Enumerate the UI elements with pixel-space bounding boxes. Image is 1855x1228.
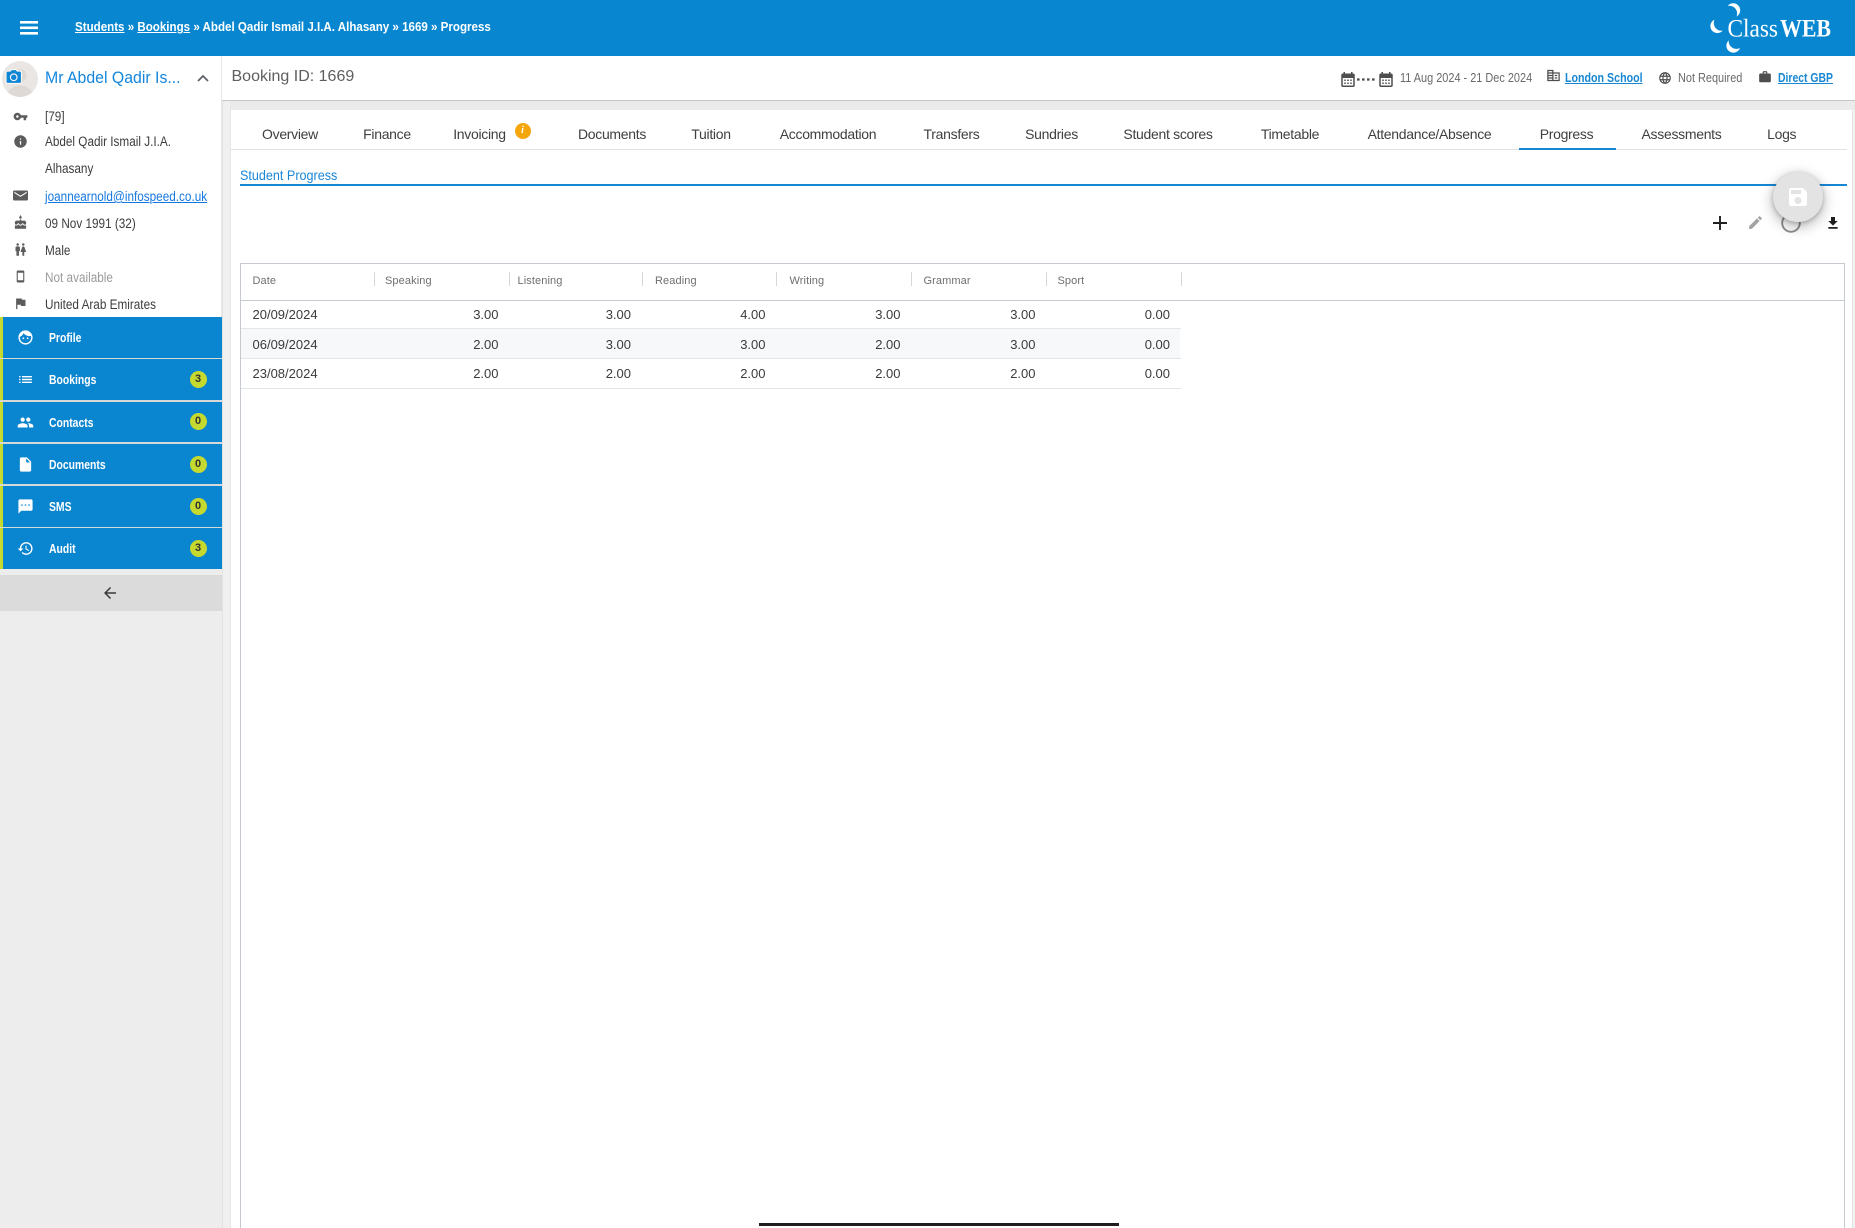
svg-text:WEB: WEB (1780, 14, 1831, 43)
svg-text:Class: Class (1728, 14, 1779, 43)
